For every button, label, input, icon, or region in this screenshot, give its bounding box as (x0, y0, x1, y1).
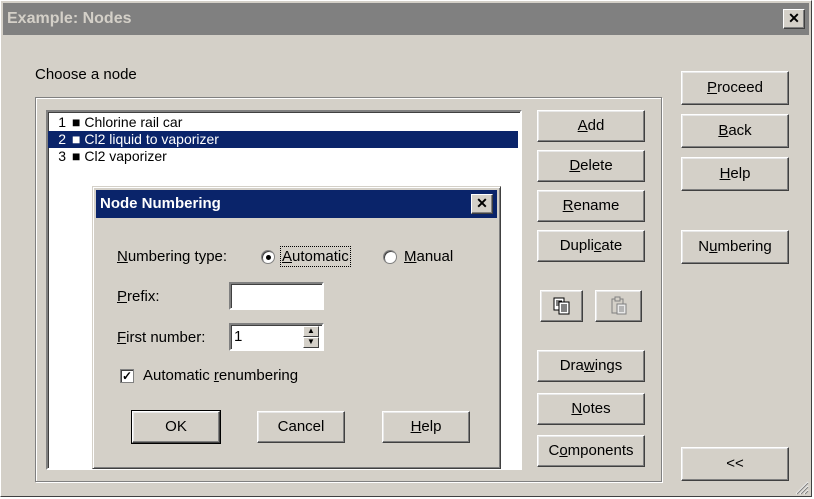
list-item[interactable]: 2 ■ Cl2 liquid to vaporizer (48, 131, 518, 148)
numbering-type-label: Numbering type: (117, 248, 228, 265)
drawings-button[interactable]: Drawings (537, 350, 645, 382)
node-label: ■ Cl2 liquid to vaporizer (72, 131, 219, 147)
components-button[interactable]: Components (537, 435, 645, 467)
numbering-button[interactable]: Numbering (681, 230, 789, 264)
resize-grip-icon[interactable] (793, 479, 809, 495)
rename-button[interactable]: Rename (537, 190, 645, 222)
node-label: ■ Chlorine rail car (72, 114, 183, 130)
node-numbering-dialog: Node Numbering ✕ Numbering type: Automat… (92, 186, 501, 469)
node-label: ■ Cl2 vaporizer (72, 148, 167, 164)
notes-button[interactable]: Notes (537, 393, 645, 425)
cancel-button[interactable]: Cancel (257, 411, 345, 443)
dialog-help-button[interactable]: Help (382, 411, 470, 443)
copy-button[interactable] (540, 290, 583, 322)
radio-automatic[interactable] (261, 250, 275, 264)
window-titlebar: Example: Nodes ✕ (3, 3, 809, 35)
duplicate-button[interactable]: Duplicate (537, 230, 645, 262)
radio-manual-label[interactable]: Manual (404, 248, 453, 265)
list-item[interactable]: 3 ■ Cl2 vaporizer (48, 148, 518, 165)
ok-button[interactable]: OK (131, 410, 221, 444)
paste-button[interactable] (595, 290, 642, 322)
node-number: 1 (58, 114, 66, 130)
radio-manual[interactable] (383, 250, 397, 264)
radio-automatic-label[interactable]: Automatic (280, 246, 351, 267)
arrow-down-icon: ▼ (307, 337, 315, 346)
node-number: 2 (58, 131, 66, 147)
arrow-up-icon: ▲ (307, 326, 315, 335)
spin-up-button[interactable]: ▲ (303, 326, 319, 337)
spin-down-button[interactable]: ▼ (303, 337, 319, 348)
first-number-label: First number: (117, 329, 206, 346)
collapse-button[interactable]: << (681, 447, 789, 481)
delete-button[interactable]: Delete (537, 150, 645, 182)
help-button[interactable]: Help (681, 157, 789, 191)
proceed-button[interactable]: Proceed (681, 71, 789, 105)
window-close-button[interactable]: ✕ (783, 9, 805, 29)
back-button[interactable]: Back (681, 114, 789, 148)
close-icon: ✕ (788, 10, 800, 26)
prefix-input[interactable] (229, 282, 324, 310)
list-item[interactable]: 1 ■ Chlorine rail car (48, 114, 518, 131)
nodes-window: Example: Nodes ✕ Choose a node 1 ■ Chlori… (0, 0, 812, 497)
node-number: 3 (58, 148, 66, 164)
copy-icon (553, 297, 569, 315)
add-button[interactable]: Add (537, 110, 645, 142)
close-icon: ✕ (476, 195, 488, 211)
dialog-titlebar: Node Numbering ✕ (96, 190, 497, 218)
dialog-close-button[interactable]: ✕ (471, 194, 493, 214)
prefix-label: Prefix: (117, 288, 160, 305)
dialog-title: Node Numbering (100, 195, 221, 212)
choose-node-label: Choose a node (35, 66, 137, 83)
paste-icon (611, 296, 626, 315)
window-title: Example: Nodes (7, 10, 132, 27)
auto-renumber-checkbox[interactable]: ✓ (120, 369, 134, 383)
auto-renumber-label[interactable]: Automatic renumbering (143, 367, 298, 384)
